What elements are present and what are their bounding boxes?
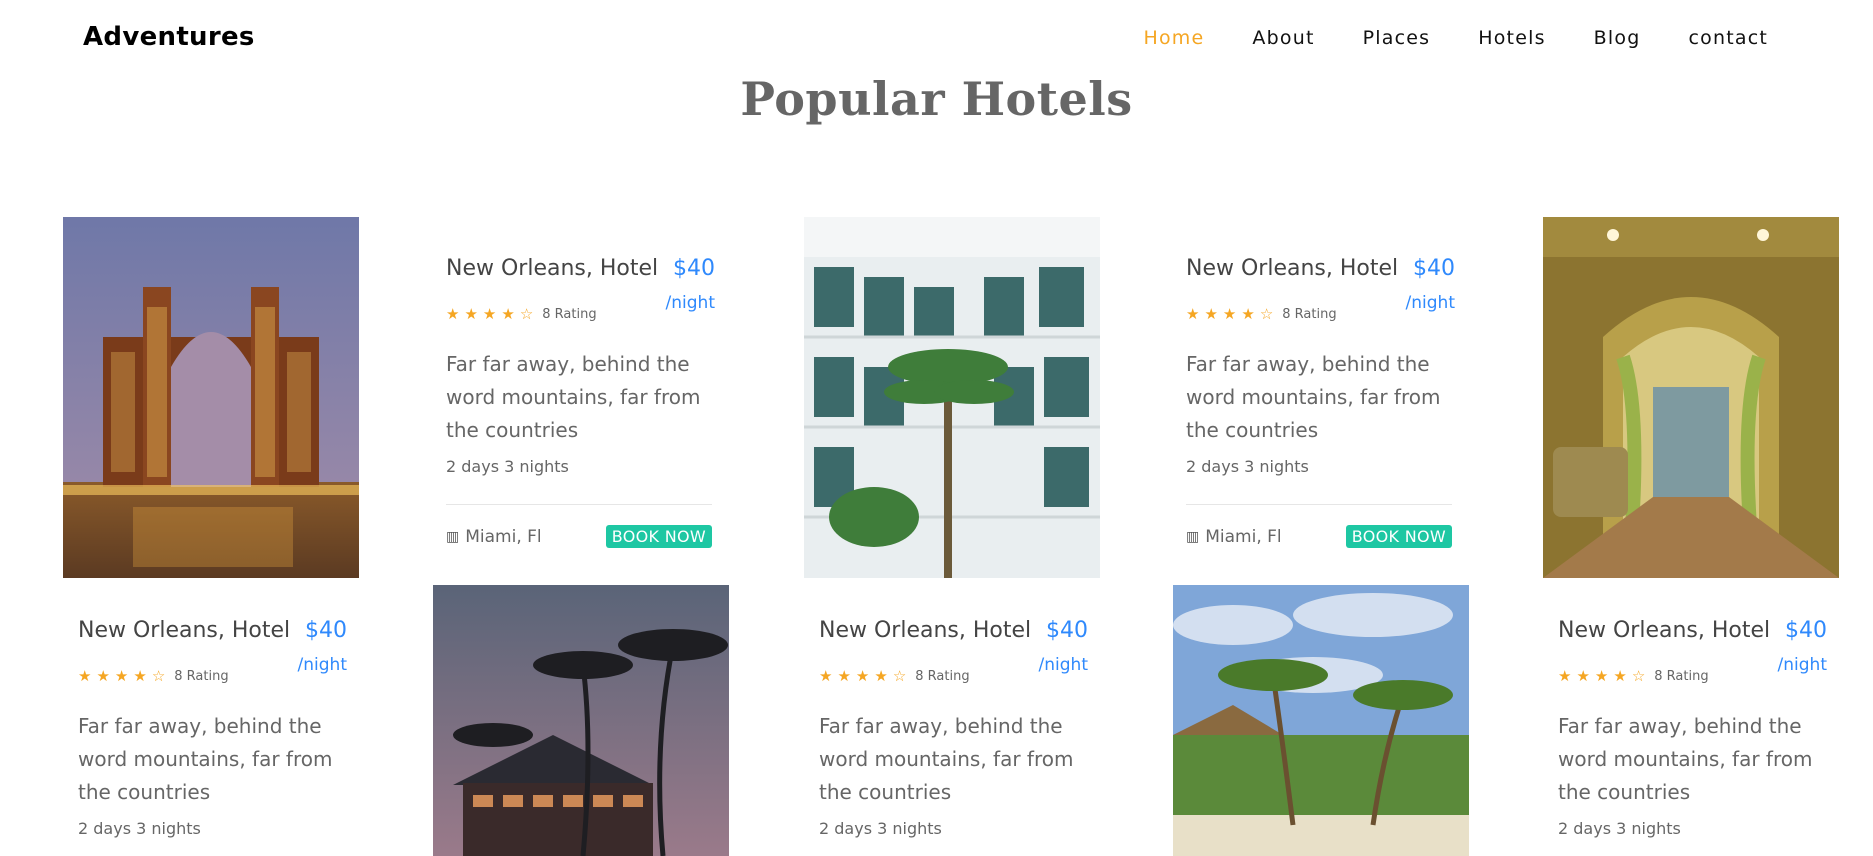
hotel-price: $40 xyxy=(1413,256,1455,281)
map-icon: ▥ xyxy=(446,529,460,545)
rating-label: 8 Rating xyxy=(1654,668,1709,684)
per-night-label: /night xyxy=(1405,293,1455,313)
rating-label: 8 Rating xyxy=(174,668,229,684)
star-icon: ★ xyxy=(1594,667,1609,685)
location-label: Miami, Fl xyxy=(1205,527,1282,547)
rating: ★ ★ ★ ★ ☆ 8 Rating xyxy=(446,305,597,323)
star-icon: ★ xyxy=(1204,305,1218,323)
hotel-card-text: New Orleans, Hotel $40 /night ★ ★ ★ ★ ☆ … xyxy=(804,618,1100,856)
hotel-price: $40 xyxy=(1046,618,1088,643)
star-empty-icon: ☆ xyxy=(519,305,534,323)
hotel-card-text: New Orleans, Hotel $40 /night ★ ★ ★ ★ ☆ … xyxy=(1543,618,1839,856)
star-icon: ★ xyxy=(133,667,147,685)
rating-label: 8 Rating xyxy=(915,668,970,684)
hotel-location: ▥ Miami, Fl xyxy=(446,527,542,547)
star-empty-icon: ☆ xyxy=(151,667,166,685)
star-icon: ★ xyxy=(96,667,110,685)
star-icon: ★ xyxy=(1186,305,1200,323)
nav-home[interactable]: Home xyxy=(1144,27,1205,49)
section-title: Popular Hotels xyxy=(740,72,1133,126)
hotel-description: Far far away, behind the word mountains,… xyxy=(78,714,333,804)
nav-places[interactable]: Places xyxy=(1363,27,1431,49)
star-icon: ★ xyxy=(446,305,460,323)
star-icon: ★ xyxy=(114,667,129,685)
location-label: Miami, Fl xyxy=(465,527,542,547)
rating: ★ ★ ★ ★ ☆ 8 Rating xyxy=(819,667,970,685)
rating-label: 8 Rating xyxy=(542,306,597,322)
nav-blog[interactable]: Blog xyxy=(1594,27,1641,49)
hotel-card-text: New Orleans, Hotel $40 /night ★ ★ ★ ★ ☆ … xyxy=(1171,256,1467,576)
star-empty-icon: ☆ xyxy=(1631,667,1646,685)
hotel-name[interactable]: New Orleans, Hotel xyxy=(819,618,1031,643)
per-night-label: /night xyxy=(297,655,347,675)
divider xyxy=(1186,504,1452,505)
hotel-name[interactable]: New Orleans, Hotel xyxy=(446,256,658,281)
rating: ★ ★ ★ ★ ☆ 8 Rating xyxy=(78,667,229,685)
star-icon: ★ xyxy=(837,667,851,685)
hotel-image-corridor[interactable] xyxy=(1543,217,1839,578)
hotel-image-resort-palms[interactable] xyxy=(1173,585,1469,856)
hotel-name[interactable]: New Orleans, Hotel xyxy=(1558,618,1770,643)
nav-about[interactable]: About xyxy=(1252,27,1314,49)
star-empty-icon: ☆ xyxy=(892,667,907,685)
hotel-image-night-palms[interactable] xyxy=(433,585,729,856)
star-icon: ★ xyxy=(1576,667,1590,685)
main-nav: Home About Places Hotels Blog contact xyxy=(1144,27,1769,49)
stay-duration: 2 days 3 nights xyxy=(1558,819,1681,838)
star-icon: ★ xyxy=(855,667,870,685)
nav-contact[interactable]: contact xyxy=(1688,27,1768,49)
star-icon: ★ xyxy=(1558,667,1572,685)
stay-duration: 2 days 3 nights xyxy=(819,819,942,838)
book-now-button[interactable]: BOOK NOW xyxy=(605,525,712,548)
hotel-description: Far far away, behind the word mountains,… xyxy=(1186,352,1441,442)
book-now-button[interactable]: BOOK NOW xyxy=(1345,525,1452,548)
hotel-name[interactable]: New Orleans, Hotel xyxy=(1186,256,1398,281)
hotel-image-atlantis[interactable] xyxy=(63,217,359,578)
hotel-card-text: New Orleans, Hotel $40 /night ★ ★ ★ ★ ☆ … xyxy=(63,618,359,856)
brand-logo[interactable]: Adventures xyxy=(83,22,255,52)
star-icon: ★ xyxy=(1222,305,1237,323)
hotel-description: Far far away, behind the word mountains,… xyxy=(819,714,1074,804)
star-icon: ★ xyxy=(78,667,92,685)
hotel-location: ▥ Miami, Fl xyxy=(1186,527,1282,547)
hotel-description: Far far away, behind the word mountains,… xyxy=(1558,714,1813,804)
hotel-description: Far far away, behind the word mountains,… xyxy=(446,352,701,442)
per-night-label: /night xyxy=(1777,655,1827,675)
rating-label: 8 Rating xyxy=(1282,306,1337,322)
stay-duration: 2 days 3 nights xyxy=(446,457,569,476)
stay-duration: 2 days 3 nights xyxy=(78,819,201,838)
star-icon: ★ xyxy=(464,305,478,323)
rating: ★ ★ ★ ★ ☆ 8 Rating xyxy=(1186,305,1337,323)
nav-hotels[interactable]: Hotels xyxy=(1478,27,1545,49)
hotel-image-balconies[interactable] xyxy=(804,217,1100,578)
star-icon: ★ xyxy=(1613,667,1627,685)
hotel-price: $40 xyxy=(673,256,715,281)
per-night-label: /night xyxy=(665,293,715,313)
star-icon: ★ xyxy=(501,305,515,323)
star-icon: ★ xyxy=(874,667,888,685)
hotel-price: $40 xyxy=(1785,618,1827,643)
rating: ★ ★ ★ ★ ☆ 8 Rating xyxy=(1558,667,1709,685)
star-icon: ★ xyxy=(819,667,833,685)
star-icon: ★ xyxy=(1241,305,1255,323)
hotel-name[interactable]: New Orleans, Hotel xyxy=(78,618,290,643)
navbar: Adventures Home About Places Hotels Blog… xyxy=(0,0,1873,78)
star-icon: ★ xyxy=(482,305,497,323)
map-icon: ▥ xyxy=(1186,529,1200,545)
per-night-label: /night xyxy=(1038,655,1088,675)
hotel-price: $40 xyxy=(305,618,347,643)
hotel-card-text: New Orleans, Hotel $40 /night ★ ★ ★ ★ ☆ … xyxy=(431,256,727,576)
divider xyxy=(446,504,712,505)
star-empty-icon: ☆ xyxy=(1259,305,1274,323)
stay-duration: 2 days 3 nights xyxy=(1186,457,1309,476)
